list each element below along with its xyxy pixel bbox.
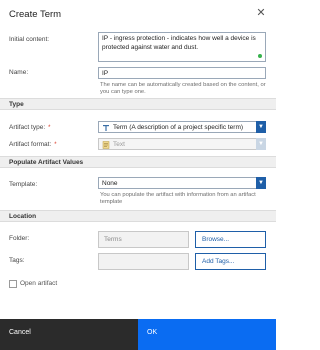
artifact-format-select: Text ▼ xyxy=(98,138,266,150)
populate-section-header: Populate Artifact Values xyxy=(0,156,276,168)
artifact-type-value: Term (A description of a project specifi… xyxy=(113,124,244,131)
folder-field: Terms xyxy=(98,231,189,248)
artifact-type-select[interactable]: Term (A description of a project specifi… xyxy=(98,121,266,133)
cancel-button[interactable]: Cancel xyxy=(0,319,138,350)
artifact-type-label-text: Artifact type: xyxy=(9,124,46,131)
template-select[interactable]: None ▼ xyxy=(98,177,266,189)
name-hint: The name can be automatically created ba… xyxy=(100,82,266,95)
artifact-format-label: Artifact format: * xyxy=(9,141,57,148)
template-value: None xyxy=(102,180,118,187)
location-section-header: Location xyxy=(0,210,276,222)
tags-label: Tags: xyxy=(9,257,25,264)
type-section-header: Type xyxy=(0,98,276,110)
template-hint: You can populate the artifact with infor… xyxy=(100,192,256,205)
text-document-icon xyxy=(102,141,110,149)
chevron-down-icon: ▼ xyxy=(256,138,266,150)
populate-section-title: Populate Artifact Values xyxy=(9,159,84,166)
initial-content-text: IP - ingress protection - indicates how … xyxy=(102,35,256,51)
name-label: Name: xyxy=(9,69,29,76)
chevron-down-icon[interactable]: ▼ xyxy=(256,121,266,133)
dialog-title: Create Term xyxy=(9,9,62,20)
browse-button[interactable]: Browse... xyxy=(195,231,266,248)
artifact-format-value: Text xyxy=(113,141,125,148)
chevron-down-icon[interactable]: ▼ xyxy=(256,177,266,189)
close-icon[interactable]: ✕ xyxy=(255,7,267,19)
tags-field xyxy=(98,253,189,270)
dialog-title-bar: Create Term ✕ xyxy=(0,0,276,28)
required-marker: * xyxy=(48,125,51,131)
artifact-type-label: Artifact type: * xyxy=(9,124,50,131)
initial-content-textarea[interactable]: IP - ingress protection - indicates how … xyxy=(98,32,266,62)
add-tags-button[interactable]: Add Tags... xyxy=(195,253,266,270)
status-dot-icon xyxy=(258,54,262,58)
term-artifact-icon xyxy=(102,124,110,132)
ok-button[interactable]: OK xyxy=(138,319,276,350)
template-label: Template: xyxy=(9,181,38,188)
folder-label: Folder: xyxy=(9,235,30,242)
initial-content-label: Initial content: xyxy=(9,36,50,43)
artifact-format-label-text: Artifact format: xyxy=(9,141,52,148)
open-artifact-checkbox[interactable] xyxy=(9,280,17,288)
type-section-title: Type xyxy=(9,101,24,108)
open-artifact-label: Open artifact xyxy=(20,280,58,287)
location-section-title: Location xyxy=(9,213,37,220)
name-input[interactable]: IP xyxy=(98,67,266,79)
required-marker: * xyxy=(54,142,57,148)
create-term-dialog: Create Term ✕ Initial content: IP - ingr… xyxy=(0,0,276,350)
